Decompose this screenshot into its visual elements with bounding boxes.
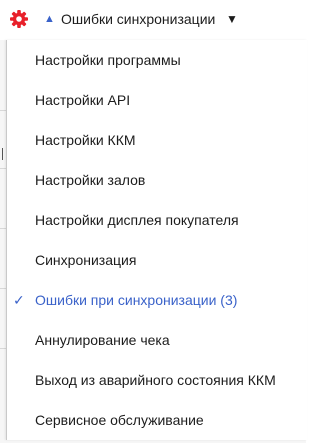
menu-item-program-settings[interactable]: Настройки программы [7,40,307,80]
menu-item-receipt-cancellation[interactable]: Аннулирование чека [7,320,307,360]
gear-icon[interactable] [9,9,29,29]
menu-item-kkm-emergency-exit[interactable]: Выход из аварийного состояния ККМ [7,360,307,400]
menu-item-label: Настройки API [35,92,131,108]
app-window: ▲ Ошибки синхронизации ▼ Настройки прогр… [0,0,307,443]
menu-item-label: Настройки залов [35,172,146,188]
menu-item-label: Настройки ККМ [35,132,136,148]
check-icon: ✓ [13,292,25,308]
menu-item-halls-settings[interactable]: Настройки залов [7,160,307,200]
menu-item-service-maintenance[interactable]: Сервисное обслуживание [7,400,307,440]
menu-item-label: Ошибки при синхронизации (3) [35,292,238,308]
chevron-down-icon[interactable]: ▼ [226,10,238,28]
settings-dropdown-menu: Настройки программы Настройки API Настройк… [6,40,307,440]
header-bar: ▲ Ошибки синхронизации ▼ [0,0,306,40]
menu-item-label: Настройки программы [35,52,181,68]
menu-item-sync-errors[interactable]: ✓ Ошибки при синхронизации (3) [7,280,307,320]
sort-up-icon: ▲ [44,13,55,25]
menu-item-api-settings[interactable]: Настройки API [7,80,307,120]
menu-item-label: Выход из аварийного состояния ККМ [35,372,276,388]
background-cursor-mark [2,148,3,160]
menu-item-label: Синхронизация [35,252,137,268]
page-title[interactable]: Ошибки синхронизации [61,10,215,28]
menu-item-synchronization[interactable]: Синхронизация [7,240,307,280]
menu-item-label: Аннулирование чека [35,332,170,348]
menu-item-customer-display-settings[interactable]: Настройки дисплея покупателя [7,200,307,240]
menu-item-label: Настройки дисплея покупателя [35,212,239,228]
menu-item-kkm-settings[interactable]: Настройки ККМ [7,120,307,160]
menu-item-label: Сервисное обслуживание [35,412,204,428]
